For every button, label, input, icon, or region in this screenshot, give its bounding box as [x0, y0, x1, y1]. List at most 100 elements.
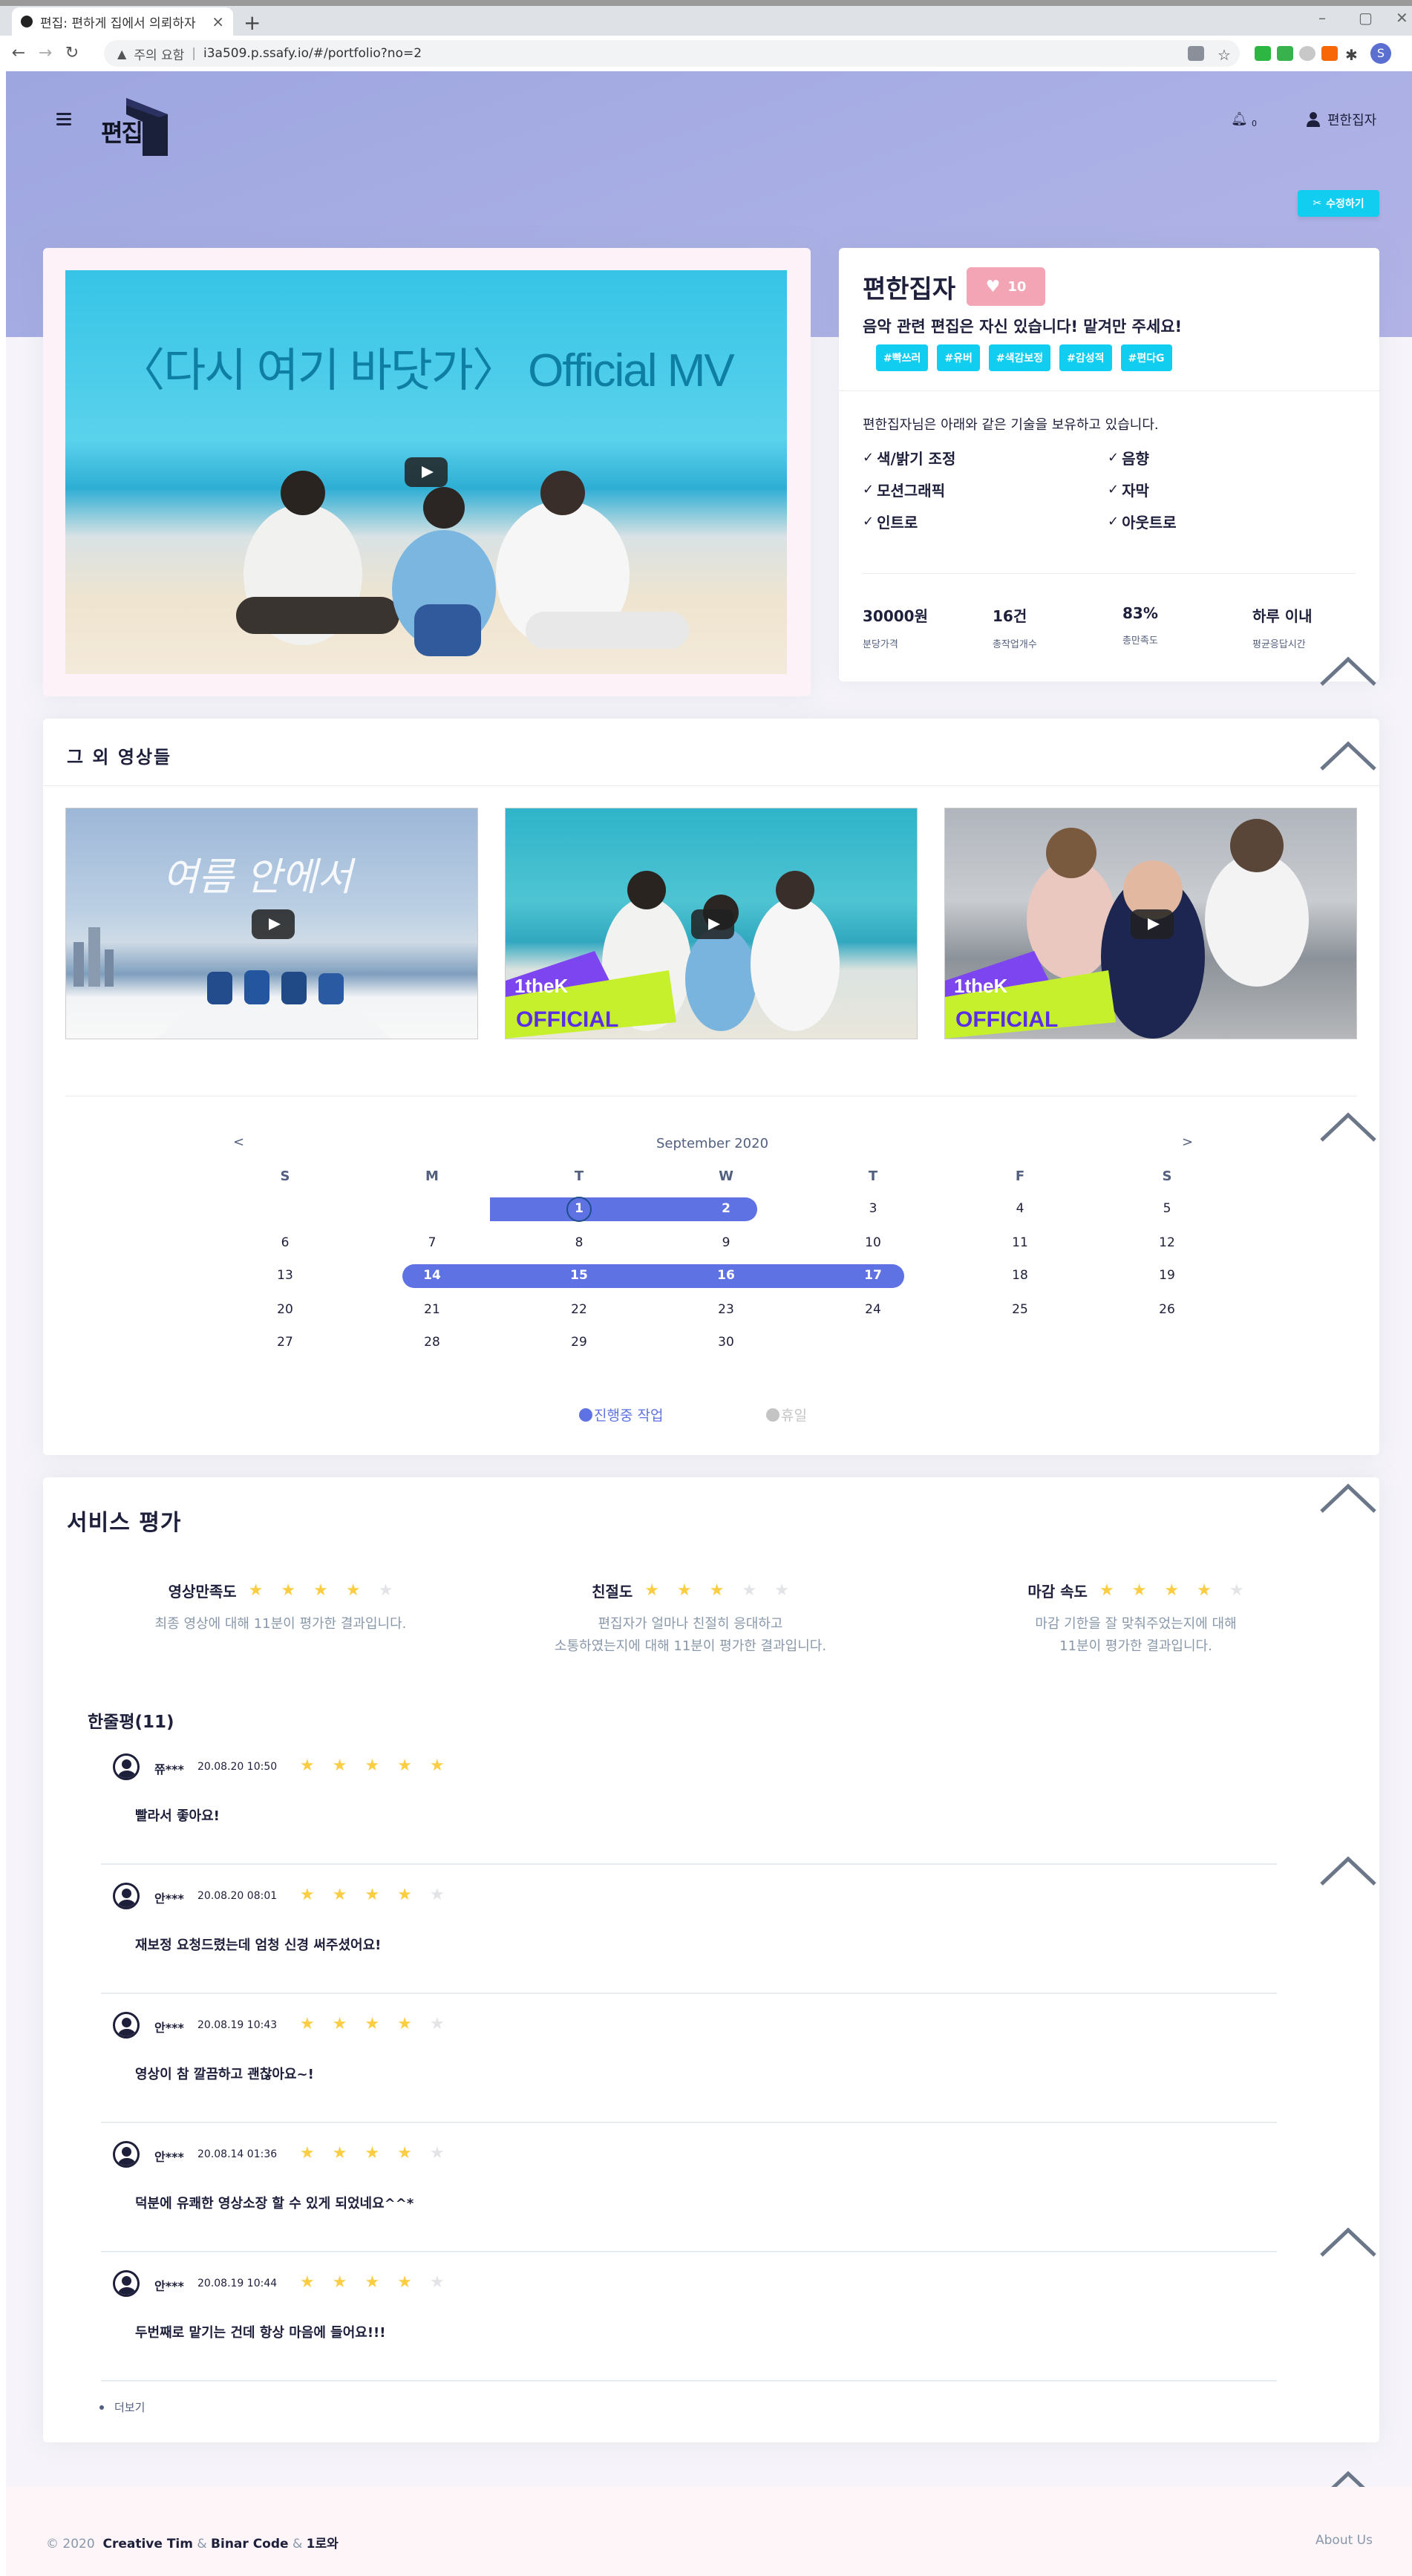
calendar-day[interactable]: 24: [858, 1302, 888, 1317]
calendar-day[interactable]: 19: [1152, 1268, 1182, 1283]
calendar-day[interactable]: 10: [858, 1235, 888, 1250]
calendar-day[interactable]: 11: [1005, 1235, 1035, 1250]
new-tab-button[interactable]: +: [243, 10, 261, 35]
profile-avatar[interactable]: S: [1370, 43, 1391, 64]
tag[interactable]: #색감보정: [988, 344, 1051, 371]
calendar-day[interactable]: 8: [564, 1235, 594, 1250]
badge-top-text: 1theK: [954, 975, 1007, 997]
bullet-icon: [99, 2405, 104, 2410]
calendar-day[interactable]: 20: [270, 1302, 300, 1317]
stat-label: 총만족도: [1122, 635, 1158, 647]
rating-description: 최종 영상에 대해 11분이 평가한 결과입니다.: [154, 1616, 407, 1632]
tag[interactable]: #유버: [937, 344, 980, 371]
calendar-day[interactable]: 29: [564, 1335, 594, 1350]
calendar-day[interactable]: 26: [1152, 1302, 1182, 1317]
bell-icon[interactable]: 🔔︎: [1231, 111, 1248, 127]
extension-icon[interactable]: [1299, 46, 1315, 61]
scroll-top-chevron-icon[interactable]: [1318, 2226, 1378, 2258]
tag[interactable]: #편다G: [1120, 344, 1172, 371]
video-thumbnail[interactable]: 1theK OFFICIAL: [944, 808, 1357, 1039]
video-thumbnail[interactable]: 1theK OFFICIAL: [505, 808, 918, 1039]
footer-link[interactable]: 1로와: [307, 2537, 339, 2552]
review-date: 20.08.20 10:50: [197, 1761, 278, 1773]
window-close-icon[interactable]: ✕: [1396, 9, 1408, 27]
calendar-day[interactable]: 7: [417, 1235, 447, 1250]
extension-icon[interactable]: [1277, 46, 1293, 61]
today-marker: [566, 1197, 592, 1222]
scroll-top-chevron-icon[interactable]: [1318, 1482, 1378, 1514]
review-item: 안*** 20.08.14 01:36 ★ ★ ★ ★ ★ 덕분에 유쾌한 영상소장 할 수 …: [101, 2125, 1277, 2252]
more-reviews-link[interactable]: 더보기: [99, 2399, 145, 2415]
favicon-icon: [21, 16, 33, 27]
tag[interactable]: #빡쓰러: [876, 344, 929, 371]
play-icon[interactable]: [405, 457, 448, 487]
calendar-day[interactable]: 17: [858, 1268, 888, 1283]
review-date: 20.08.19 10:44: [197, 2278, 278, 2289]
scroll-top-chevron-icon[interactable]: [1318, 655, 1378, 687]
url-field[interactable]: ▲ 주의 요함 | i3a509.p.ssafy.io/#/portfolio?…: [104, 40, 1240, 67]
calendar-day[interactable]: 5: [1152, 1201, 1182, 1216]
extension-icon[interactable]: [1255, 46, 1271, 61]
calendar-day[interactable]: 6: [270, 1235, 300, 1250]
puzzle-icon[interactable]: ✱: [1345, 46, 1362, 64]
calendar-day[interactable]: 22: [564, 1302, 594, 1317]
calendar-day[interactable]: 18: [1005, 1268, 1035, 1283]
user-menu[interactable]: 편한집자: [1307, 110, 1376, 129]
skill-item: ✓ 색/밝기 조정: [863, 447, 1108, 468]
scroll-top-chevron-icon[interactable]: [1318, 1111, 1378, 1143]
calendar-day[interactable]: 3: [858, 1201, 888, 1216]
footer-amp: &: [292, 2537, 303, 2552]
about-us-link[interactable]: About Us: [1315, 2533, 1373, 2548]
rating-stars: ★ ★ ★ ★ ★: [644, 1581, 789, 1600]
translate-icon[interactable]: [1188, 46, 1204, 61]
minimize-icon[interactable]: –: [1318, 9, 1326, 27]
tag[interactable]: #감성적: [1059, 344, 1112, 371]
main-video-player[interactable]: 〈다시 여기 바닷가〉 Official MV: [65, 270, 787, 674]
browser-tab[interactable]: 편집: 편하게 집에서 의뢰하자 ×: [12, 7, 233, 36]
calendar-day[interactable]: 23: [711, 1302, 741, 1317]
logo[interactable]: 편집: [97, 92, 177, 157]
calendar-day[interactable]: 15: [564, 1268, 594, 1283]
play-icon[interactable]: [252, 909, 295, 939]
scroll-top-chevron-icon[interactable]: [1318, 1854, 1378, 1887]
tab-close-icon[interactable]: ×: [212, 13, 224, 30]
calendar-day[interactable]: 28: [417, 1335, 447, 1350]
video-thumbnail[interactable]: 여름 안에서: [65, 808, 478, 1039]
calendar-day[interactable]: 14: [417, 1268, 447, 1283]
star-empty-icon: ★: [742, 1581, 757, 1600]
review-user: 안***: [154, 2279, 184, 2293]
maximize-icon[interactable]: ▢: [1359, 9, 1373, 27]
menu-icon[interactable]: [56, 113, 71, 125]
calendar-day[interactable]: 13: [270, 1268, 300, 1283]
extension-icon[interactable]: [1321, 46, 1338, 61]
official-badge-image: 1theK OFFICIAL: [945, 951, 1116, 1039]
calendar-day[interactable]: 30: [711, 1335, 741, 1350]
back-icon[interactable]: ←: [10, 45, 27, 62]
calendar-day[interactable]: 9: [711, 1235, 741, 1250]
calendar-day[interactable]: 27: [270, 1335, 300, 1350]
profile-card: 편한집자 ♥ 10 음악 관련 편집은 자신 있습니다! 맡겨만 주세요! #빡…: [839, 248, 1379, 681]
play-icon[interactable]: [1131, 909, 1174, 939]
prev-month-button[interactable]: <: [233, 1134, 244, 1150]
calendar-day[interactable]: 21: [417, 1302, 447, 1317]
like-button[interactable]: ♥ 10: [967, 267, 1045, 306]
calendar-day[interactable]: 12: [1152, 1235, 1182, 1250]
skill-item: ✓ 음향: [1108, 447, 1353, 468]
reload-icon[interactable]: ↻: [64, 45, 80, 62]
calendar-day[interactable]: 25: [1005, 1302, 1035, 1317]
next-month-button[interactable]: >: [1182, 1134, 1193, 1150]
edit-portfolio-button[interactable]: ✂ 수정하기: [1298, 190, 1379, 217]
calendar-day[interactable]: 16: [711, 1268, 741, 1283]
bookmark-star-icon[interactable]: ☆: [1217, 46, 1234, 64]
forward-icon[interactable]: →: [37, 45, 53, 62]
footer-link[interactable]: Creative Tim: [102, 2537, 192, 2552]
weekday-header: S: [280, 1168, 290, 1184]
footer-link[interactable]: Binar Code: [211, 2537, 289, 2552]
play-icon[interactable]: [691, 909, 734, 939]
star-filled-icon: ★: [332, 2273, 347, 2292]
security-label: 주의 요함: [134, 48, 185, 63]
rating-description-line: 편집자가 얼마나 친절히 응대하고: [598, 1616, 783, 1632]
scroll-top-chevron-icon[interactable]: [1318, 739, 1378, 772]
calendar-day[interactable]: 2: [711, 1201, 741, 1216]
calendar-day[interactable]: 4: [1005, 1201, 1035, 1216]
